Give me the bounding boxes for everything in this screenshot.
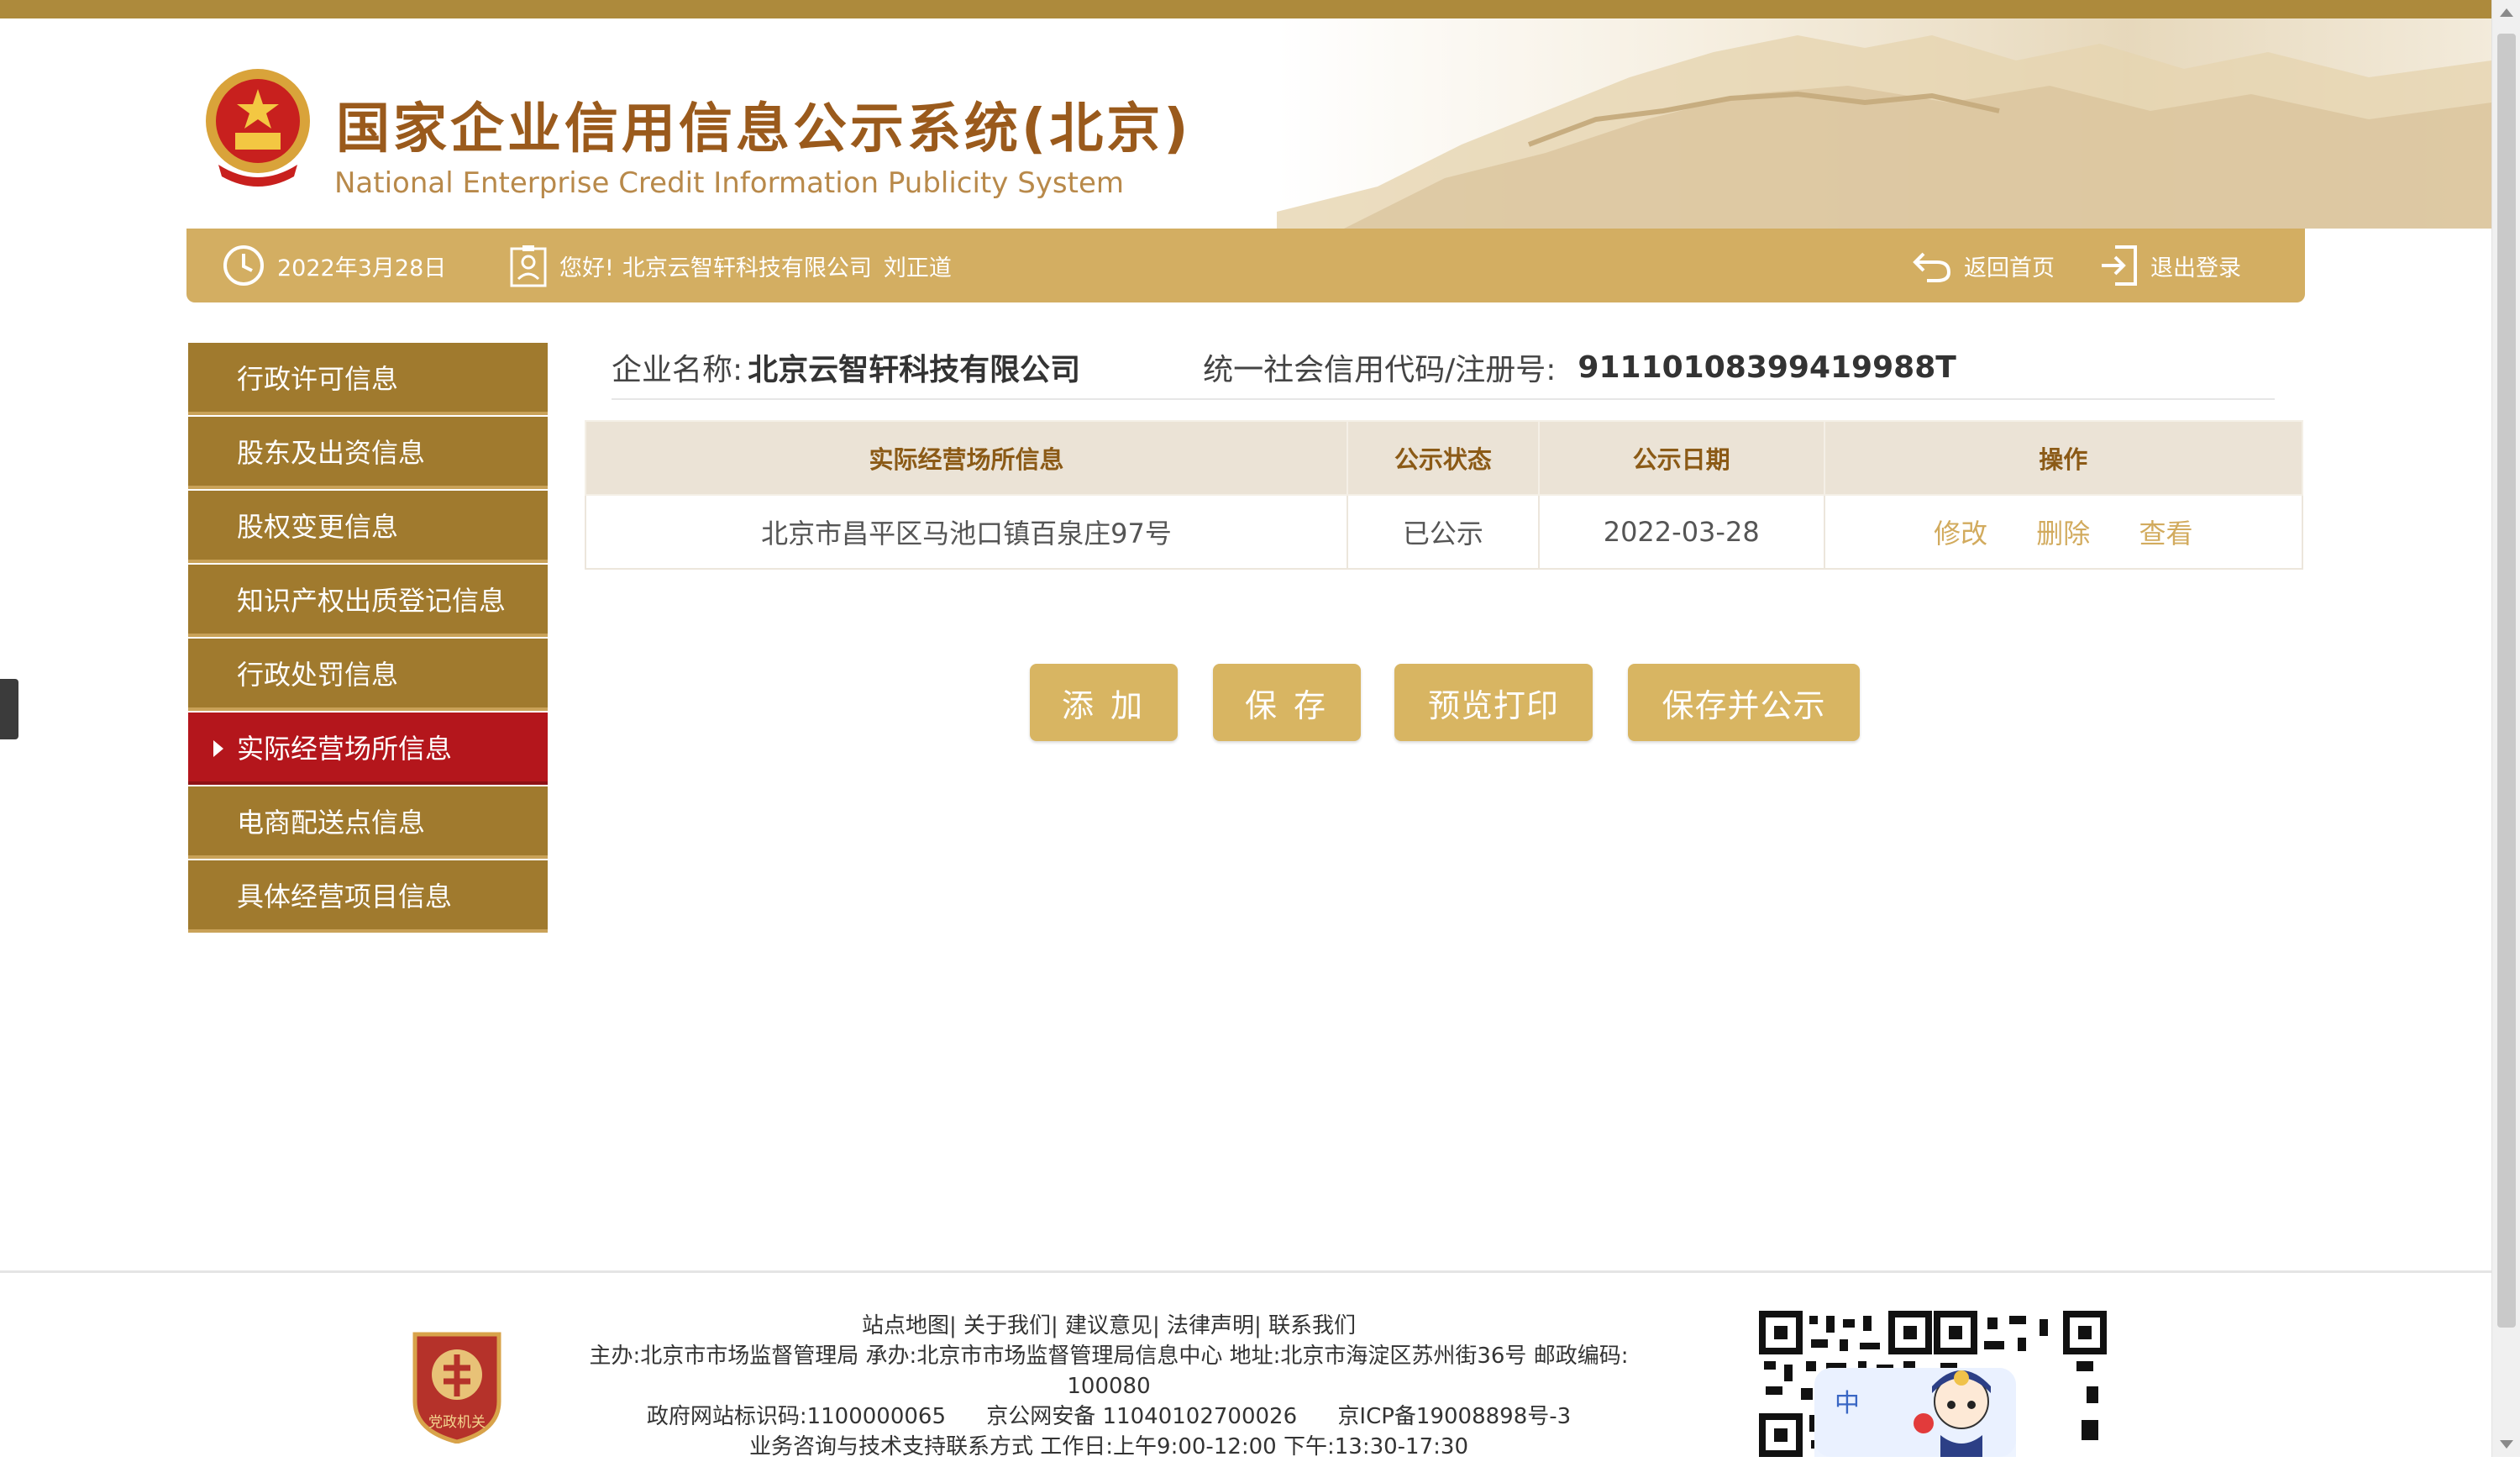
scrollbar-thumb[interactable] <box>2497 34 2516 1328</box>
credit-code-label: 统一社会信用代码/注册号: <box>1203 353 1557 387</box>
premises-table: 实际经营场所信息 公示状态 公示日期 操作 北京市昌平区马池口镇百泉庄97号 已… <box>584 420 2304 570</box>
sidebar-item-equity-change[interactable]: 股权变更信息 <box>188 491 548 563</box>
save-and-publish-button[interactable]: 保存并公示 <box>1628 664 1860 741</box>
logged-in-user: 刘正道 <box>883 255 952 281</box>
company-name: 北京云智轩科技有限公司 <box>748 353 1081 387</box>
sidebar-item-label: 具体经营项目信息 <box>237 881 453 912</box>
sidebar-item-ecommerce-delivery[interactable]: 电商配送点信息 <box>188 786 548 859</box>
home-link-label[interactable]: 返回首页 <box>1964 250 2055 282</box>
view-link[interactable]: 查看 <box>2139 518 2192 550</box>
site-id: 政府网站标识码:1100000065 <box>646 1404 947 1429</box>
edit-link[interactable]: 修改 <box>1934 518 1987 550</box>
company-name-label: 企业名称: <box>612 353 743 387</box>
company-info-line: 企业名称: 北京云智轩科技有限公司 统一社会信用代码/注册号: 91110108… <box>612 336 2275 400</box>
footer-postcode: 100080 <box>1067 1374 1151 1399</box>
sidebar-item-label: 行政处罚信息 <box>237 659 399 691</box>
table-row: 北京市昌平区马池口镇百泉庄97号 已公示 2022-03-28 修改 删除 查看 <box>584 494 2304 570</box>
sidebar-item-label: 股东及出资信息 <box>237 437 426 469</box>
sidebar-item-label: 实际经营场所信息 <box>237 733 453 765</box>
sidebar-item-label: 行政许可信息 <box>237 363 399 395</box>
user-greeting: 您好! 北京云智轩科技有限公司 刘正道 <box>509 229 952 302</box>
address-cell: 北京市昌平区马池口镇百泉庄97号 <box>584 494 1349 570</box>
logged-in-company: 北京云智轩科技有限公司 <box>622 255 872 281</box>
national-emblem-icon <box>202 64 314 190</box>
delete-link[interactable]: 删除 <box>2036 518 2090 550</box>
user-card-icon <box>510 245 547 287</box>
sidebar-item-ip-pledge[interactable]: 知识产权出质登记信息 <box>188 565 548 637</box>
feedback-side-tab[interactable] <box>0 679 18 739</box>
column-header-date: 公示日期 <box>1537 420 1825 496</box>
police-record: 京公网安备 11040102700026 <box>986 1404 1298 1429</box>
sidebar-item-shareholders[interactable]: 股东及出资信息 <box>188 417 548 489</box>
system-title: 国家企业信用信息公示系统(北京) <box>336 98 1192 160</box>
user-info-bar: 2022年3月28日 您好! 北京云智轩科技有限公司 刘正道 返回首页 退出登录 <box>186 229 2305 302</box>
clock-icon <box>223 245 264 286</box>
scroll-up-icon[interactable] <box>2500 8 2513 17</box>
active-indicator-icon <box>213 740 223 757</box>
sidebar-item-label: 电商配送点信息 <box>237 807 426 839</box>
badge-text: 党政机关 <box>428 1414 486 1431</box>
mascot-illustration: 中 <box>1814 1368 2016 1457</box>
icp-record: 京ICP备19008898号-3 <box>1337 1404 1572 1429</box>
scroll-down-icon[interactable] <box>2500 1440 2513 1449</box>
mascot-text: 中 <box>1835 1389 1860 1418</box>
date-display: 2022年3月28日 <box>222 229 446 302</box>
sidebar-item-business-projects[interactable]: 具体经营项目信息 <box>188 860 548 933</box>
footer-links[interactable]: 站点地图| 关于我们| 建议意见| 法律声明| 联系我们 <box>538 1311 1680 1341</box>
vertical-scrollbar[interactable] <box>2491 0 2520 1457</box>
footer-service-line: 业务咨询与技术支持联系方式 工作日:上午9:00-12:00 下午:13:30-… <box>749 1434 1468 1459</box>
great-wall-illustration <box>1277 18 2491 229</box>
add-button[interactable]: 添 加 <box>1030 664 1178 741</box>
column-header-address: 实际经营场所信息 <box>584 420 1349 496</box>
column-header-status: 公示状态 <box>1347 420 1540 496</box>
footer-registration: 政府网站标识码:1100000065 京公网安备 11040102700026 … <box>538 1402 1680 1432</box>
preview-print-button[interactable]: 预览打印 <box>1394 664 1593 741</box>
return-arrow-icon <box>1913 252 1951 282</box>
table-header-row: 实际经营场所信息 公示状态 公示日期 操作 <box>584 420 2304 496</box>
site-header: 国家企业信用信息公示系统(北京) National Enterprise Cre… <box>0 18 2491 229</box>
top-accent-strip <box>0 0 2491 18</box>
date-cell: 2022-03-28 <box>1537 494 1825 570</box>
credit-code: 91110108399419988T <box>1578 350 1956 385</box>
system-subtitle: National Enterprise Credit Information P… <box>334 166 1124 200</box>
sidebar-item-admin-license[interactable]: 行政许可信息 <box>188 343 548 415</box>
footer-host-line: 主办:北京市市场监督管理局 承办:北京市市场监督管理局信息中心 地址:北京市海淀… <box>589 1344 1629 1369</box>
greeting-text: 您好! <box>559 255 614 281</box>
party-government-badge-icon: 党政机关 <box>407 1326 507 1444</box>
sidebar-item-label: 股权变更信息 <box>237 511 399 543</box>
home-link[interactable]: 返回首页 <box>1912 229 2055 302</box>
logout-link[interactable]: 退出登录 <box>2098 229 2241 302</box>
sidebar-item-business-premises[interactable]: 实际经营场所信息 <box>188 713 548 785</box>
footer-divider <box>0 1270 2491 1273</box>
logout-icon <box>2102 245 2137 286</box>
current-date: 2022年3月28日 <box>277 255 447 281</box>
sidebar-item-label: 知识产权出质登记信息 <box>237 585 507 617</box>
status-cell: 已公示 <box>1347 494 1540 570</box>
footer-info: 站点地图| 关于我们| 建议意见| 法律声明| 联系我们 主办:北京市市场监督管… <box>538 1311 1680 1462</box>
save-button[interactable]: 保 存 <box>1213 664 1361 741</box>
actions-cell: 修改 删除 查看 <box>1823 494 2304 570</box>
column-header-actions: 操作 <box>1823 420 2304 496</box>
sidebar-item-admin-penalty[interactable]: 行政处罚信息 <box>188 639 548 711</box>
sidebar-menu: 行政许可信息 股东及出资信息 股权变更信息 知识产权出质登记信息 行政处罚信息 … <box>188 343 548 934</box>
logout-link-label[interactable]: 退出登录 <box>2150 250 2241 282</box>
